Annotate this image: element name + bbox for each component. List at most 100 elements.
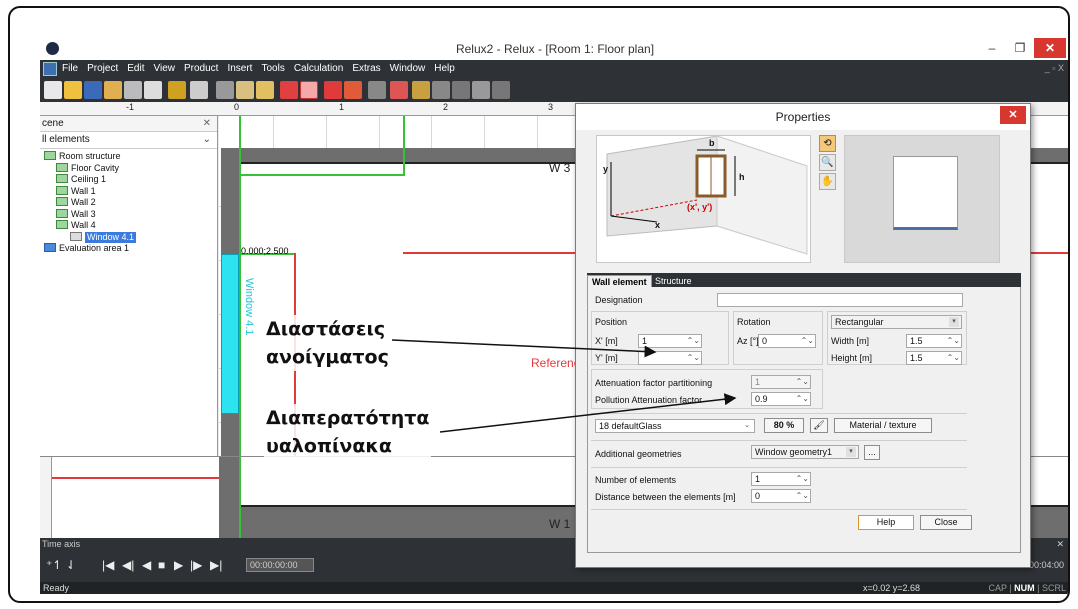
- additional-geometries-select[interactable]: Window geometry1 ▾: [751, 445, 859, 459]
- menu-help[interactable]: Help: [434, 63, 455, 74]
- tree-item-wall-1[interactable]: Wall 1: [40, 185, 217, 198]
- menu-project[interactable]: Project: [87, 63, 118, 74]
- cut-icon[interactable]: [216, 81, 234, 99]
- site-icon[interactable]: [492, 81, 510, 99]
- attenuation-partitioning-field[interactable]: 1 ⌃⌄: [751, 375, 811, 389]
- view-3d-icon[interactable]: [432, 81, 450, 99]
- menu-calculation[interactable]: Calculation: [294, 63, 343, 74]
- paste-icon[interactable]: [256, 81, 274, 99]
- step-back-icon[interactable]: ◀|: [122, 558, 134, 572]
- tree-item-wall-3[interactable]: Wall 3: [40, 208, 217, 221]
- grid-icon[interactable]: [280, 81, 298, 99]
- remove-keyframe-icon[interactable]: ⇃: [66, 558, 76, 572]
- help-button[interactable]: Help: [858, 515, 914, 530]
- minimize-button[interactable]: –: [978, 38, 1006, 58]
- spinner-icon[interactable]: ⌃⌄: [801, 335, 814, 347]
- window-preview: [844, 135, 1000, 263]
- dialog-tabs: Wall element Structure: [587, 273, 1021, 288]
- window-4-1[interactable]: [221, 254, 239, 414]
- play-back-icon[interactable]: ◀: [142, 558, 151, 572]
- paint-bucket-icon[interactable]: 🖌: [810, 418, 828, 433]
- menu-file[interactable]: File: [62, 63, 78, 74]
- rotate-icon[interactable]: [344, 81, 362, 99]
- tree-item-wall-4[interactable]: Wall 4: [40, 220, 217, 232]
- add-keyframe-icon[interactable]: ⁺↿: [46, 558, 62, 572]
- play-icon[interactable]: ▶: [174, 558, 183, 572]
- menu-tools[interactable]: Tools: [261, 63, 284, 74]
- preview-icon[interactable]: [144, 81, 162, 99]
- zoom-icon[interactable]: 🔍: [819, 154, 836, 171]
- number-of-elements-field[interactable]: 1 ⌃⌄: [751, 472, 811, 486]
- copy-icon[interactable]: [236, 81, 254, 99]
- tree-item-wall-2[interactable]: Wall 2: [40, 197, 217, 209]
- dialog-close-button[interactable]: ✕: [1000, 106, 1026, 124]
- print-icon[interactable]: [124, 81, 142, 99]
- transmittance-percent-button[interactable]: 80 %: [764, 418, 804, 433]
- width-value: 1.5: [910, 336, 923, 346]
- stop-icon[interactable]: ■: [158, 558, 165, 572]
- menu-insert[interactable]: Insert: [227, 63, 252, 74]
- mdi-controls[interactable]: _ ▫ X: [1045, 63, 1064, 73]
- material-select[interactable]: 18 defaultGlass ⌄: [595, 419, 755, 433]
- project-icon[interactable]: [104, 81, 122, 99]
- fit-icon[interactable]: [390, 81, 408, 99]
- x-field[interactable]: 1 ⌃⌄: [638, 334, 702, 348]
- tree-item-ceiling[interactable]: Ceiling 1: [40, 174, 217, 186]
- spinner-icon[interactable]: ⌃⌄: [947, 352, 960, 364]
- menu-view[interactable]: View: [153, 63, 175, 74]
- pollution-attenuation-field[interactable]: 0.9 ⌃⌄: [751, 392, 811, 406]
- spinner-icon[interactable]: ⌃⌄: [796, 473, 809, 485]
- menu-edit[interactable]: Edit: [127, 63, 144, 74]
- document-icon[interactable]: [43, 62, 57, 76]
- current-time-field[interactable]: 00:00:00:00: [246, 558, 314, 572]
- tree-item-window[interactable]: Window 4.1: [40, 231, 217, 243]
- menu-window[interactable]: Window: [390, 63, 426, 74]
- open-icon[interactable]: [64, 81, 82, 99]
- zoom-icon[interactable]: [368, 81, 386, 99]
- spinner-icon[interactable]: ⌃⌄: [796, 376, 809, 388]
- spinner-icon[interactable]: ⌃⌄: [687, 352, 700, 364]
- snap-grid-icon[interactable]: [300, 81, 318, 99]
- y-field[interactable]: ⌃⌄: [638, 351, 702, 365]
- rotate-view-icon[interactable]: ⟲: [819, 135, 836, 152]
- menu-product[interactable]: Product: [184, 63, 218, 74]
- key-indicators: CAP | NUM | SCRL: [988, 583, 1066, 593]
- view-cube-icon[interactable]: [452, 81, 470, 99]
- close-window-button[interactable]: ✕: [1034, 38, 1066, 58]
- go-end-icon[interactable]: ▶|: [210, 558, 222, 572]
- height-field[interactable]: 1.5 ⌃⌄: [906, 351, 962, 365]
- az-field[interactable]: 0 ⌃⌄: [758, 334, 816, 348]
- close-button[interactable]: Close: [920, 515, 972, 530]
- save-icon[interactable]: [84, 81, 102, 99]
- building-icon[interactable]: [472, 81, 490, 99]
- tree-item-evaluation-area[interactable]: Evaluation area 1: [40, 243, 217, 255]
- spinner-icon[interactable]: ⌃⌄: [796, 393, 809, 405]
- wall-icon: [56, 220, 68, 229]
- view-2d-icon[interactable]: [412, 81, 430, 99]
- maximize-button[interactable]: ❐: [1006, 38, 1034, 58]
- redo-icon[interactable]: [190, 81, 208, 99]
- pan-icon[interactable]: ✋: [819, 173, 836, 190]
- width-field[interactable]: 1.5 ⌃⌄: [906, 334, 962, 348]
- distance-field[interactable]: 0 ⌃⌄: [751, 489, 811, 503]
- tree-item-room-structure[interactable]: Room structure: [40, 151, 217, 163]
- move-icon[interactable]: [324, 81, 342, 99]
- spinner-icon[interactable]: ⌃⌄: [796, 490, 809, 502]
- tree-item-floor-cavity[interactable]: Floor Cavity: [40, 162, 217, 175]
- more-button[interactable]: ...: [864, 445, 880, 460]
- menu-extras[interactable]: Extras: [352, 63, 380, 74]
- designation-field[interactable]: [717, 293, 963, 307]
- step-forward-icon[interactable]: |▶: [190, 558, 202, 572]
- time-axis-title: Time axis: [42, 539, 81, 549]
- spinner-icon[interactable]: ⌃⌄: [687, 335, 700, 347]
- shape-select[interactable]: Rectangular ▾: [831, 315, 962, 329]
- new-icon[interactable]: [44, 81, 62, 99]
- undo-icon[interactable]: [168, 81, 186, 99]
- close-icon[interactable]: ✕: [1056, 538, 1064, 550]
- close-icon[interactable]: ✕: [203, 116, 211, 132]
- material-texture-button[interactable]: Material / texture: [834, 418, 932, 433]
- spinner-icon[interactable]: ⌃⌄: [947, 335, 960, 347]
- go-start-icon[interactable]: |◀: [102, 558, 114, 572]
- window-title: Relux2 - Relux - [Room 1: Floor plan]: [455, 42, 655, 56]
- scene-filter-select[interactable]: ll elements ⌄: [40, 132, 217, 149]
